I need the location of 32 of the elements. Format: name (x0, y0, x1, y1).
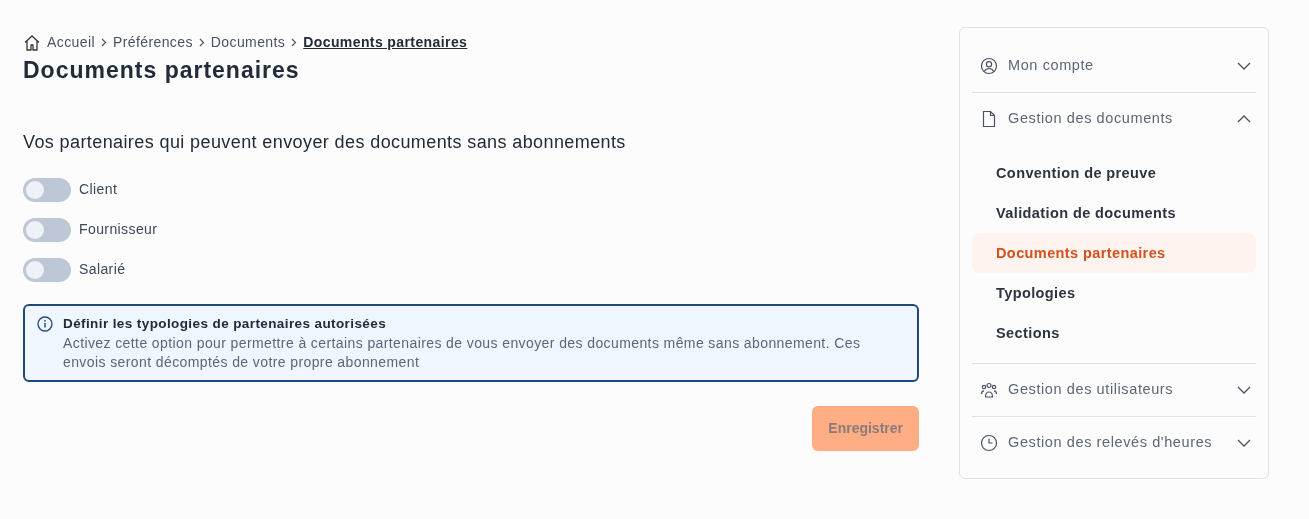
breadcrumb-link[interactable]: Accueil (47, 32, 95, 53)
chevron-right-icon (198, 38, 205, 47)
toggle-switch[interactable] (23, 217, 71, 242)
breadcrumb-link[interactable]: Documents partenaires (303, 32, 468, 53)
toggle-switch[interactable] (23, 177, 71, 202)
user-icon (980, 57, 998, 75)
breadcrumb-link[interactable]: Documents (210, 32, 286, 53)
sidebar-item[interactable]: Sections (972, 313, 1256, 353)
alert-text: Activez cette option pour permettre à certains partenaires de vous envoyer des documents même sans abonnement. Ces envois seront décomptés de votre propre abonnement (63, 333, 862, 372)
users-icon (980, 381, 998, 399)
toggle-label: Client (79, 180, 118, 200)
section-header[interactable]: Gestion des documents (972, 93, 1256, 145)
alert-title: Définir les typologies de partenaires autorisées (63, 314, 388, 333)
toggle-label: Fournisseur (79, 220, 158, 240)
sidebar-item[interactable]: Validation de documents (972, 193, 1256, 233)
home-icon (23, 33, 41, 52)
sidebar-item[interactable]: Documents partenaires (972, 233, 1256, 273)
section-heading: Vos partenaires qui peuvent envoyer des documents sans abonnements (23, 130, 627, 154)
sidebar-item[interactable]: Convention de preuve (972, 153, 1256, 193)
section-header[interactable]: Gestion des utilisateurs (972, 364, 1256, 416)
document-icon (980, 110, 998, 128)
section-header[interactable]: Gestion des relevés d'heures (972, 417, 1256, 469)
chevron-right-icon (291, 38, 298, 47)
page-title: Documents partenaires (23, 57, 301, 85)
chevron-right-icon (100, 38, 107, 47)
info-icon (37, 315, 53, 332)
clock-icon (980, 434, 998, 452)
breadcrumb-link[interactable]: Préférences (112, 32, 193, 53)
section-header[interactable]: Mon compte (972, 40, 1256, 92)
sidebar-item[interactable]: Typologies (972, 273, 1256, 313)
toggle-label: Salarié (79, 260, 126, 280)
toggle-switch[interactable] (23, 257, 71, 282)
